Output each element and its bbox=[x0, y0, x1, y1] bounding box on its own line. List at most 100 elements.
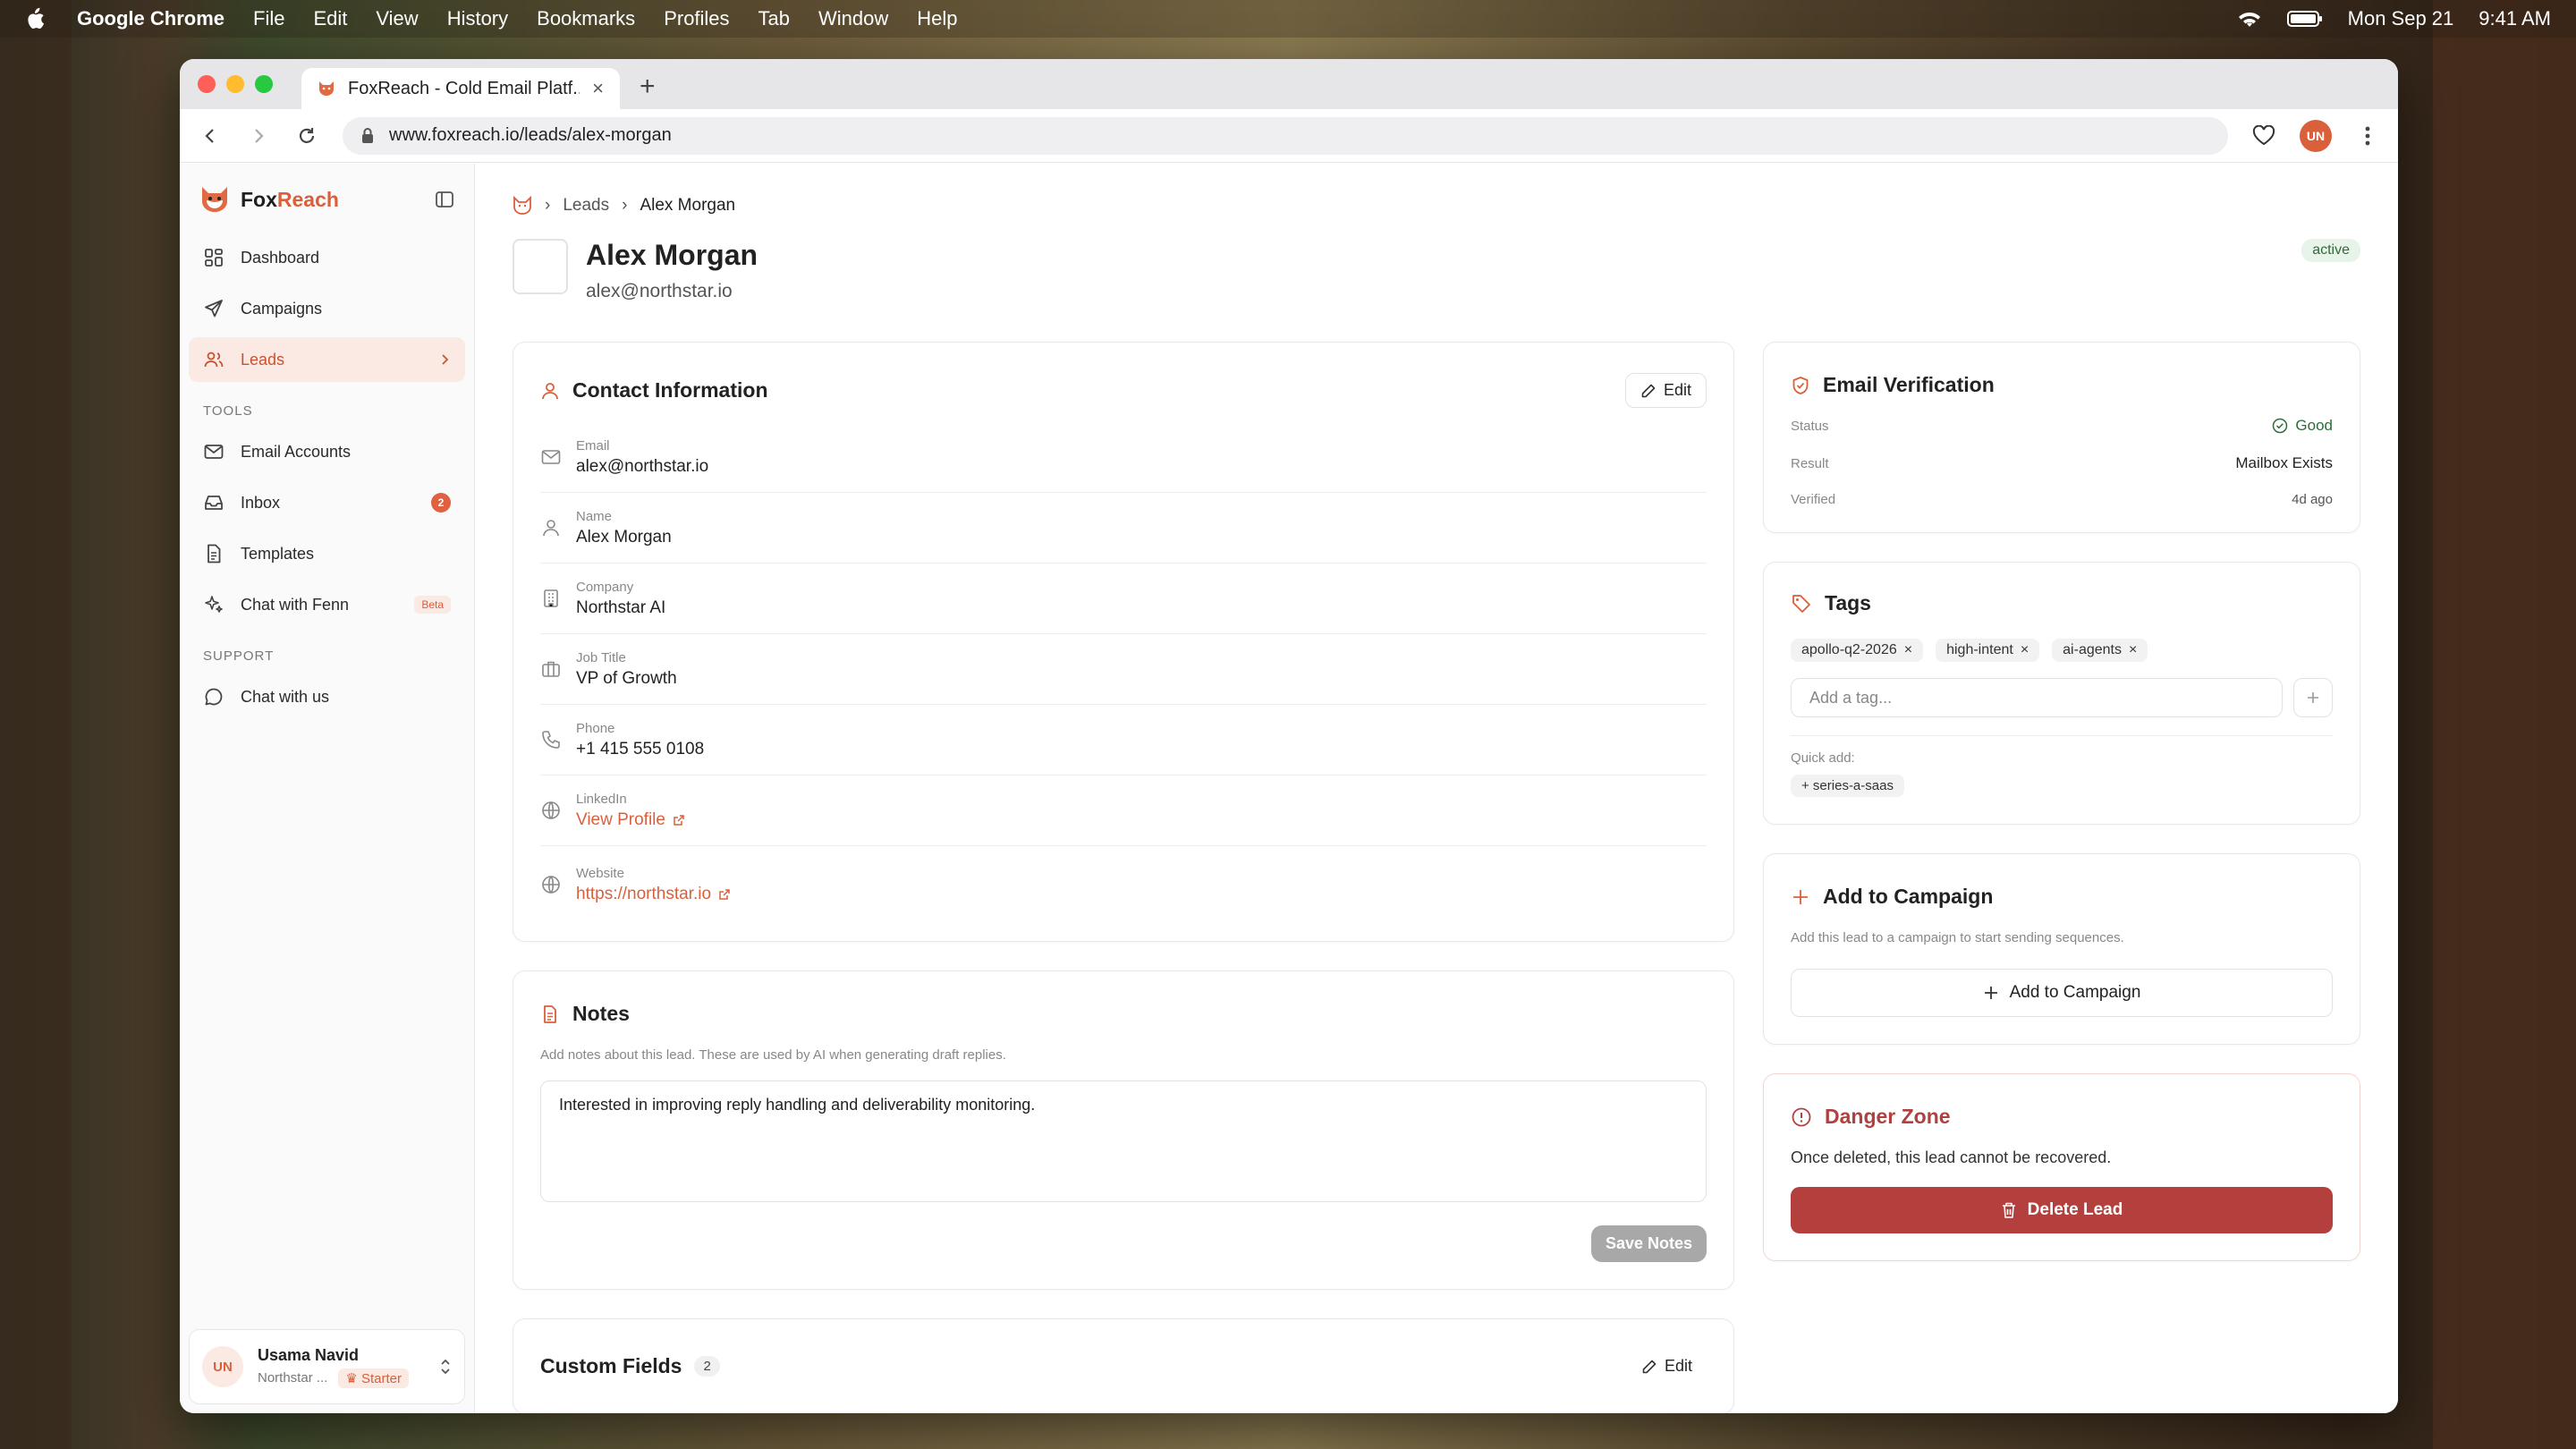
plan-label: Starter bbox=[360, 1370, 402, 1386]
chevron-right-icon bbox=[442, 354, 449, 365]
tag-label: apollo-q2-2026 bbox=[1801, 642, 1897, 657]
menu-tab[interactable]: Tab bbox=[758, 7, 790, 30]
beta-badge: Beta bbox=[414, 596, 451, 614]
profile-avatar[interactable]: UN bbox=[2300, 119, 2332, 152]
delete-lead-button[interactable]: Delete Lead bbox=[1791, 1187, 2333, 1233]
menu-file[interactable]: File bbox=[253, 7, 284, 30]
menu-bookmarks[interactable]: Bookmarks bbox=[537, 7, 635, 30]
sidebar-item-label: Inbox bbox=[241, 493, 281, 512]
plan-badge: ♛ Starter bbox=[338, 1368, 409, 1388]
back-icon[interactable] bbox=[198, 123, 223, 148]
linkedin-profile-link[interactable]: View Profile bbox=[576, 810, 685, 830]
notes-textarea[interactable]: Interested in improving reply handling a… bbox=[540, 1080, 1707, 1202]
chat-bubble-icon bbox=[205, 688, 223, 706]
breadcrumb-current: Alex Morgan bbox=[640, 196, 736, 215]
sidebar-item-leads[interactable]: Leads bbox=[189, 337, 465, 382]
danger-zone-card: Danger Zone Once deleted, this lead cann… bbox=[1763, 1073, 2360, 1261]
lead-email: alex@northstar.io bbox=[586, 281, 733, 301]
field-label: LinkedIn bbox=[576, 791, 627, 807]
sidebar-item-label: Chat with Fenn bbox=[241, 595, 350, 614]
menu-app-name[interactable]: Google Chrome bbox=[77, 7, 225, 30]
divider bbox=[1791, 735, 2333, 736]
zoom-window-button[interactable] bbox=[255, 75, 273, 93]
quick-add-tag-button[interactable]: + series-a-saas bbox=[1791, 775, 1904, 797]
menu-view[interactable]: View bbox=[376, 7, 418, 30]
new-tab-button[interactable]: + bbox=[640, 72, 656, 102]
contact-row-name: Name Alex Morgan bbox=[540, 493, 1707, 564]
add-to-campaign-button[interactable]: Add to Campaign bbox=[1791, 969, 2333, 1017]
button-label: Add to Campaign bbox=[2009, 983, 2141, 1002]
heart-icon[interactable] bbox=[2251, 123, 2276, 148]
edit-label: Edit bbox=[1664, 1357, 1692, 1375]
website-link[interactable]: https://northstar.io bbox=[576, 885, 731, 904]
card-header: Contact Information Edit bbox=[540, 373, 1707, 408]
building-icon bbox=[544, 589, 558, 607]
sidebar-item-inbox[interactable]: Inbox 2 bbox=[189, 480, 465, 525]
sidebar-item-chat-with-us[interactable]: Chat with us bbox=[189, 674, 465, 719]
battery-icon[interactable] bbox=[2286, 10, 2323, 28]
menu-date[interactable]: Mon Sep 21 bbox=[2348, 7, 2454, 30]
verified-label: Verified bbox=[1791, 492, 1836, 507]
wifi-icon[interactable] bbox=[2237, 9, 2262, 29]
macos-menu-bar: Google Chrome File Edit View History Boo… bbox=[0, 0, 2576, 38]
reload-icon[interactable] bbox=[294, 123, 319, 148]
notes-actions: Save Notes bbox=[540, 1202, 1707, 1262]
alert-circle-icon bbox=[1792, 1107, 1811, 1126]
notes-description: Add notes about this lead. These are use… bbox=[540, 1047, 1006, 1063]
link-text: https://northstar.io bbox=[576, 884, 712, 903]
sidebar-item-email-accounts[interactable]: Email Accounts bbox=[189, 429, 465, 474]
crown-icon: ♛ bbox=[345, 1370, 358, 1386]
add-tag-button[interactable] bbox=[2293, 678, 2333, 717]
fox-home-icon[interactable] bbox=[513, 196, 532, 216]
user-account-switcher[interactable]: UN Usama Navid Northstar ... ♛ Starter bbox=[189, 1329, 465, 1404]
apple-icon[interactable] bbox=[25, 7, 45, 30]
brand[interactable]: FoxReach bbox=[189, 182, 465, 217]
breadcrumb-leads-link[interactable]: Leads bbox=[563, 196, 609, 216]
inbox-unread-badge: 2 bbox=[431, 493, 451, 513]
tag-icon bbox=[1792, 594, 1810, 613]
browser-tab[interactable]: FoxReach - Cold Email Platf... × bbox=[301, 68, 620, 109]
forward-icon[interactable] bbox=[246, 123, 271, 148]
pencil-icon bbox=[1642, 1360, 1657, 1373]
close-window-button[interactable] bbox=[198, 75, 216, 93]
sidebar-toggle-icon[interactable] bbox=[435, 190, 454, 209]
plus-icon bbox=[2308, 692, 2318, 703]
sidebar: FoxReach Dashboard Campaigns Leads TOOLS… bbox=[180, 164, 475, 1413]
sidebar-item-dashboard[interactable]: Dashboard bbox=[189, 235, 465, 280]
menu-time[interactable]: 9:41 AM bbox=[2479, 7, 2551, 30]
sidebar-item-label: Templates bbox=[241, 544, 315, 563]
sidebar-item-campaigns[interactable]: Campaigns bbox=[189, 286, 465, 331]
menu-help[interactable]: Help bbox=[917, 7, 957, 30]
card-title: Add to Campaign bbox=[1823, 885, 1994, 908]
menu-profiles[interactable]: Profiles bbox=[664, 7, 729, 30]
menu-history[interactable]: History bbox=[447, 7, 508, 30]
user-icon bbox=[543, 520, 559, 537]
breadcrumb-separator: › bbox=[545, 196, 551, 215]
edit-label: Edit bbox=[1663, 381, 1691, 399]
tags-card: Tags apollo-q2-2026 × high-intent × ai-age… bbox=[1763, 562, 2360, 825]
globe-icon bbox=[542, 801, 560, 819]
add-tag-input[interactable]: Add a tag... bbox=[1791, 678, 2283, 717]
card-title: Email Verification bbox=[1823, 373, 1995, 396]
menu-edit[interactable]: Edit bbox=[313, 7, 347, 30]
address-bar[interactable]: www.foxreach.io/leads/alex-morgan bbox=[343, 116, 2228, 155]
edit-contact-button[interactable]: Edit bbox=[1624, 373, 1707, 408]
field-value: Alex Morgan bbox=[576, 527, 672, 547]
kebab-menu-icon[interactable] bbox=[2355, 123, 2380, 148]
remove-tag-icon[interactable]: × bbox=[2129, 642, 2137, 658]
inbox-icon bbox=[205, 496, 223, 510]
save-notes-button[interactable]: Save Notes bbox=[1590, 1225, 1707, 1262]
menu-window[interactable]: Window bbox=[818, 7, 888, 30]
remove-tag-icon[interactable]: × bbox=[2021, 642, 2029, 658]
edit-custom-fields-button[interactable]: Edit bbox=[1626, 1350, 1707, 1383]
contact-row-linkedin: LinkedIn View Profile bbox=[540, 775, 1707, 846]
tab-title: FoxReach - Cold Email Platf... bbox=[348, 78, 580, 98]
tab-close-icon[interactable]: × bbox=[592, 77, 604, 100]
danger-warning: Once deleted, this lead cannot be recove… bbox=[1791, 1148, 2112, 1166]
remove-tag-icon[interactable]: × bbox=[1904, 642, 1912, 658]
lead-identity: Alex Morgan alex@northstar.io bbox=[586, 239, 758, 302]
mail-icon bbox=[541, 450, 561, 464]
minimize-window-button[interactable] bbox=[226, 75, 244, 93]
sidebar-item-chat-with-fenn[interactable]: Chat with Fenn Beta bbox=[189, 582, 465, 627]
sidebar-item-templates[interactable]: Templates bbox=[189, 531, 465, 576]
